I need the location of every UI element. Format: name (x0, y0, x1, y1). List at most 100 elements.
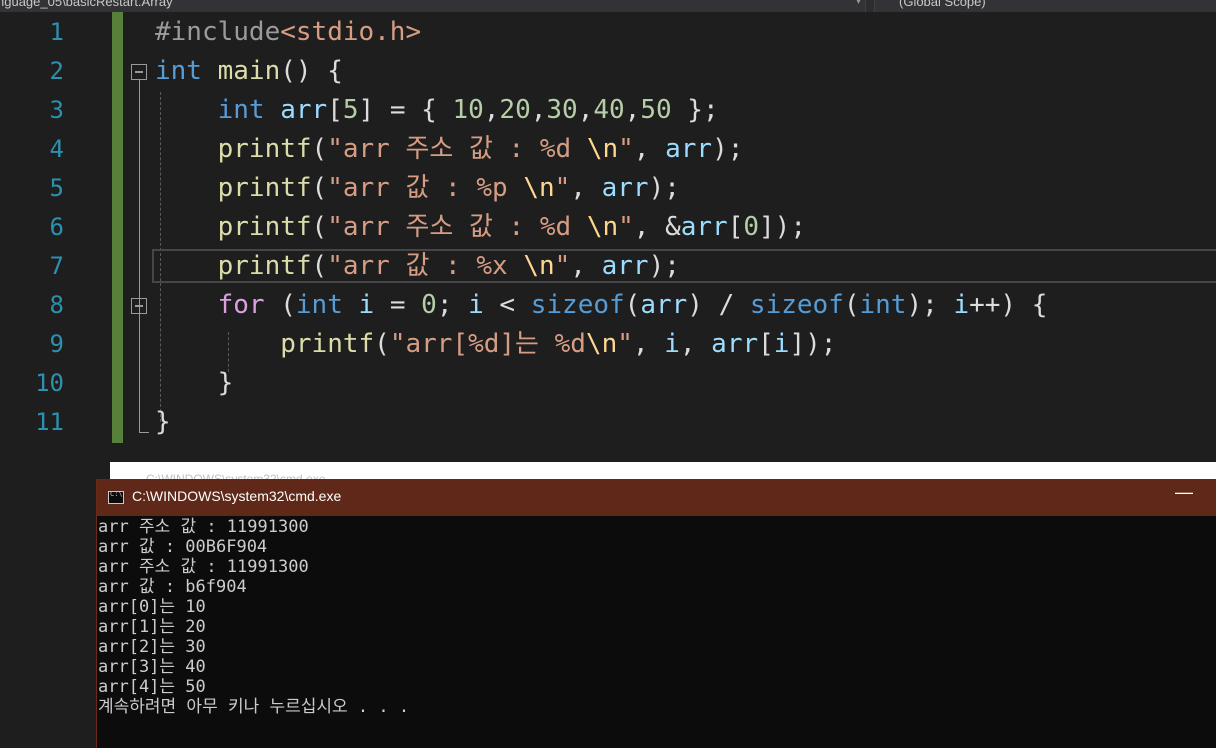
code-token: ( (374, 329, 390, 359)
code-token: 0 (743, 212, 760, 242)
console-output-line: arr[3]는 40 (98, 657, 206, 677)
code-line[interactable]: } (155, 403, 171, 442)
code-token: ) / (687, 290, 750, 320)
code-line[interactable]: int main() { (155, 52, 343, 91)
code-token: , (624, 95, 641, 125)
console-window[interactable]: C:\WINDOWS\system32\cmd.exe — arr 주소 값 :… (96, 479, 1216, 748)
code-token: arr (601, 251, 649, 281)
code-token: #include (155, 17, 281, 47)
code-token: sizeof (749, 290, 844, 320)
console-title-bar[interactable]: C:\WINDOWS\system32\cmd.exe — (97, 479, 1216, 516)
code-token: } (155, 407, 171, 437)
code-token: ( (311, 212, 328, 242)
code-token: < (483, 290, 531, 320)
console-output-line: arr 주소 값 : 11991300 (98, 517, 309, 537)
function-scope-label: (Global Scope) (899, 0, 986, 9)
line-number: 4 (49, 135, 64, 163)
code-token: "arr 주소 값 : %d (327, 134, 587, 164)
code-token: [ (727, 212, 744, 242)
code-line[interactable]: printf("arr 값 : %x \n", arr); (155, 247, 680, 286)
code-token: 30 (546, 95, 578, 125)
change-tracking-bar (112, 12, 123, 443)
code-token: arr (680, 212, 728, 242)
console-output-line: arr[1]는 20 (98, 617, 206, 637)
code-line[interactable]: printf("arr 주소 값 : %d \n", arr); (155, 130, 744, 169)
code-token: printf (280, 329, 375, 359)
code-token: i (773, 329, 790, 359)
code-token: ] = { (358, 95, 453, 125)
code-line[interactable]: #include<stdio.h> (155, 13, 421, 52)
code-token: "arr 주소 값 : %d (327, 212, 587, 242)
code-token: int (217, 95, 265, 125)
code-token: printf (217, 173, 312, 203)
console-output-line: arr[0]는 10 (98, 597, 206, 617)
code-token: , & (633, 212, 681, 242)
code-line[interactable]: printf("arr[%d]는 %d\n", i, arr[i]); (155, 325, 836, 364)
code-token: ); (906, 290, 954, 320)
code-token: , (679, 329, 712, 359)
code-token: ); (712, 134, 744, 164)
code-line[interactable]: } (155, 364, 234, 403)
console-output-line: arr 값 : 00B6F904 (98, 537, 268, 557)
minimize-button[interactable]: — (1175, 482, 1193, 503)
code-token: ]); (789, 329, 837, 359)
code-line[interactable]: printf("arr 주소 값 : %d \n", &arr[0]); (155, 208, 806, 247)
code-token: ]); (759, 212, 806, 242)
code-token: \n (585, 329, 618, 359)
code-token: ( (311, 134, 328, 164)
line-number: 2 (49, 57, 64, 85)
console-output-line: arr[4]는 50 (98, 677, 206, 697)
code-token: ( (311, 251, 328, 281)
code-token: "arr 값 : %x (327, 251, 524, 281)
code-token: \n (523, 173, 555, 203)
code-line[interactable]: printf("arr 값 : %p \n", arr); (155, 169, 680, 208)
code-token: i (358, 290, 375, 320)
line-number: 9 (49, 330, 64, 358)
code-line[interactable]: int arr[5] = { 10,20,30,40,50 }; (155, 91, 719, 130)
line-number: 11 (35, 408, 64, 436)
line-number: 1 (49, 18, 64, 46)
code-token: ( (311, 173, 328, 203)
line-number: 5 (49, 174, 64, 202)
chevron-down-icon: ▾ (855, 0, 861, 7)
code-token: , (577, 95, 594, 125)
code-token: [ (758, 329, 774, 359)
code-token: , (633, 134, 666, 164)
code-token: 40 (593, 95, 625, 125)
code-token: arr (601, 173, 649, 203)
console-title: C:\WINDOWS\system32\cmd.exe (132, 488, 342, 504)
code-token: ( (624, 290, 641, 320)
cmd-icon (108, 490, 124, 504)
console-output-line: arr 주소 값 : 11991300 (98, 557, 309, 577)
code-editor[interactable]: 1 2 3 4 5 6 7 8 9 10 11 #include<stdio.h> int main(… (0, 12, 1216, 464)
code-token: "arr 값 : %p (327, 173, 524, 203)
code-token: 5 (342, 95, 359, 125)
code-token: for (217, 290, 265, 320)
code-token: printf (217, 251, 312, 281)
collapse-for-icon[interactable] (131, 298, 147, 314)
code-token: printf (217, 212, 312, 242)
collapse-main-icon[interactable] (131, 64, 147, 80)
code-token: i (468, 290, 484, 320)
code-token: arr (665, 134, 713, 164)
code-line[interactable]: for (int i = 0; i < sizeof(arr) / sizeof… (155, 286, 1048, 325)
code-token: 50 (640, 95, 672, 125)
console-output: arr 주소 값 : 11991300 arr 값 : 00B6F904 arr 주… (98, 517, 1208, 717)
code-token: int (155, 56, 202, 86)
code-token: () { (280, 56, 343, 86)
code-token: ); (648, 251, 680, 281)
code-token: \n (523, 251, 555, 281)
code-token: , (632, 329, 665, 359)
code-token: ); (648, 173, 680, 203)
code-token: , (483, 95, 500, 125)
line-number: 7 (49, 252, 64, 280)
